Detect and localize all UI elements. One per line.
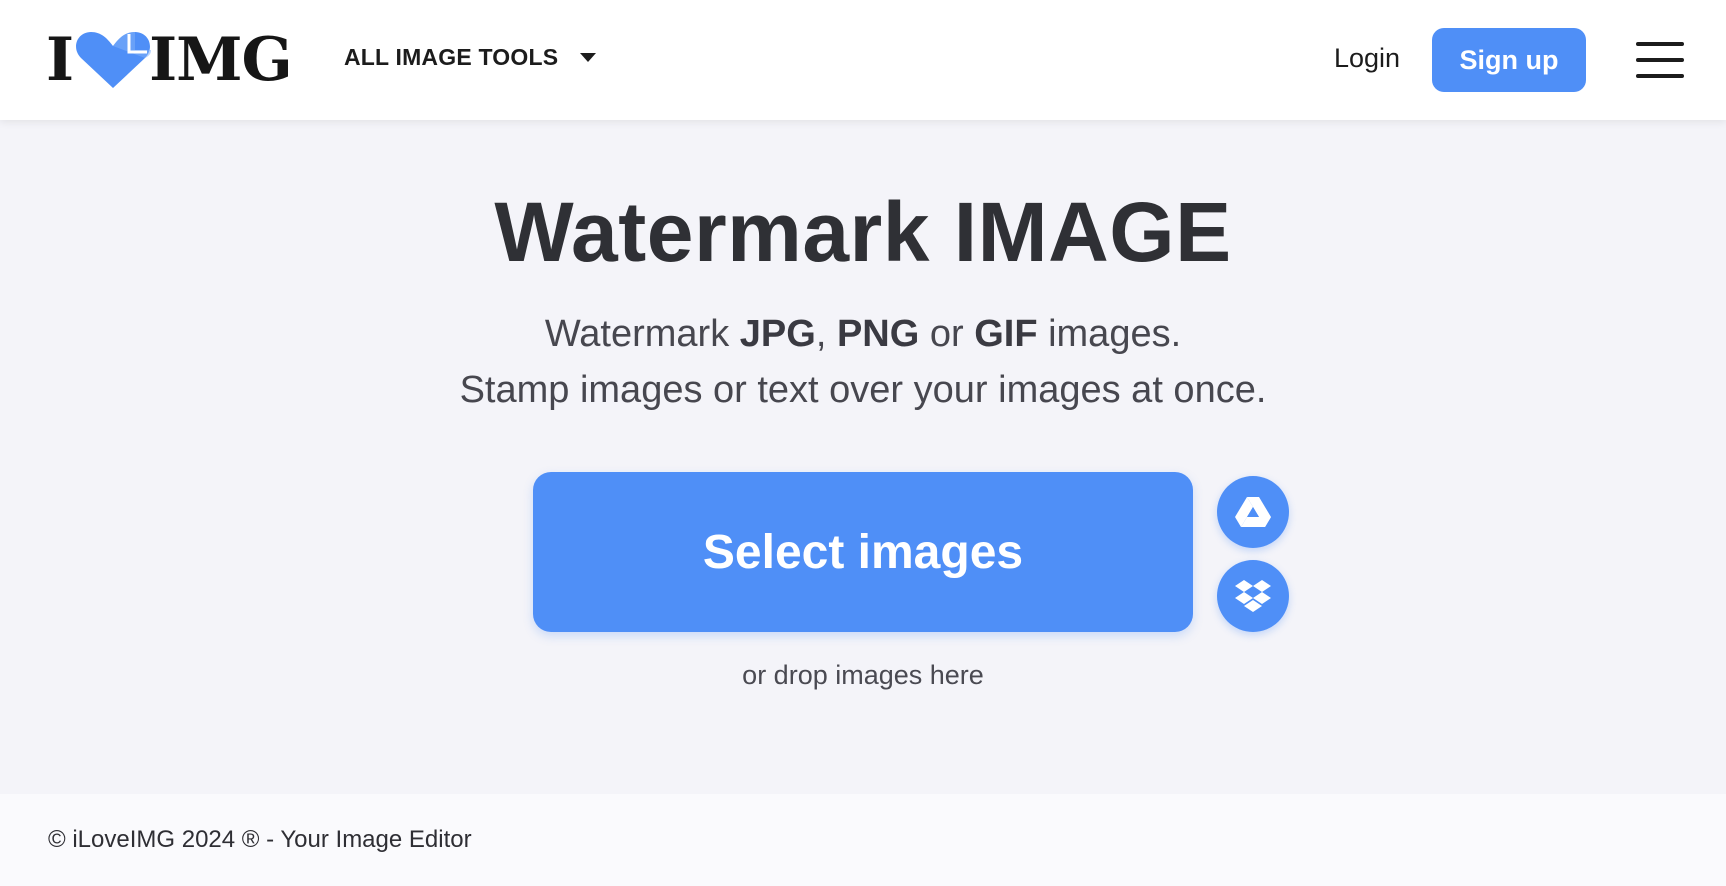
logo-text-right: IMG <box>149 25 293 95</box>
google-drive-button[interactable] <box>1217 476 1289 548</box>
heart-icon <box>76 32 152 88</box>
subtitle-text: , <box>815 313 837 355</box>
subtitle-line-2: Stamp images or text over your images at… <box>459 369 1267 411</box>
footer: © iLoveIMG 2024 ® - Your Image Editor <box>0 794 1726 886</box>
dropbox-icon <box>1235 580 1271 612</box>
format-jpg: JPG <box>739 313 816 355</box>
hamburger-line <box>1636 74 1684 78</box>
all-image-tools-label: ALL IMAGE TOOLS <box>344 44 559 70</box>
subtitle-text: images. <box>1037 313 1182 355</box>
subtitle-text: or <box>919 313 975 355</box>
format-gif: GIF <box>974 313 1038 355</box>
page-subtitle: Watermark JPG, PNG or GIF images. Stamp … <box>0 306 1726 418</box>
dropbox-button[interactable] <box>1217 560 1289 632</box>
hamburger-line <box>1636 58 1684 62</box>
iloveimg-logo[interactable]: I IMG <box>46 25 293 95</box>
subtitle-line-1: Watermark JPG, PNG or GIF images. <box>0 306 1726 362</box>
top-navbar: I IMG ALL IMAGE TOOLS Login Sign up <box>0 0 1726 120</box>
page-title: Watermark IMAGE <box>494 185 1232 279</box>
hamburger-menu-icon[interactable] <box>1636 40 1686 80</box>
select-images-button[interactable]: Select images <box>533 472 1193 632</box>
tool-hero: Watermark IMAGE Watermark JPG, PNG or GI… <box>0 120 1726 794</box>
format-png: PNG <box>836 313 920 355</box>
subtitle-text: Watermark <box>544 313 740 355</box>
signup-button[interactable]: Sign up <box>1432 28 1586 92</box>
google-drive-icon <box>1235 497 1271 527</box>
caret-down-icon <box>580 53 597 62</box>
copyright-text: © iLoveIMG 2024 ® - Your Image Editor <box>48 826 472 853</box>
all-image-tools-dropdown[interactable]: ALL IMAGE TOOLS <box>344 44 597 71</box>
login-link[interactable]: Login <box>1334 43 1400 74</box>
hamburger-line <box>1636 42 1684 46</box>
drop-images-hint: or drop images here <box>742 660 984 690</box>
logo-text-left: I <box>46 25 74 95</box>
